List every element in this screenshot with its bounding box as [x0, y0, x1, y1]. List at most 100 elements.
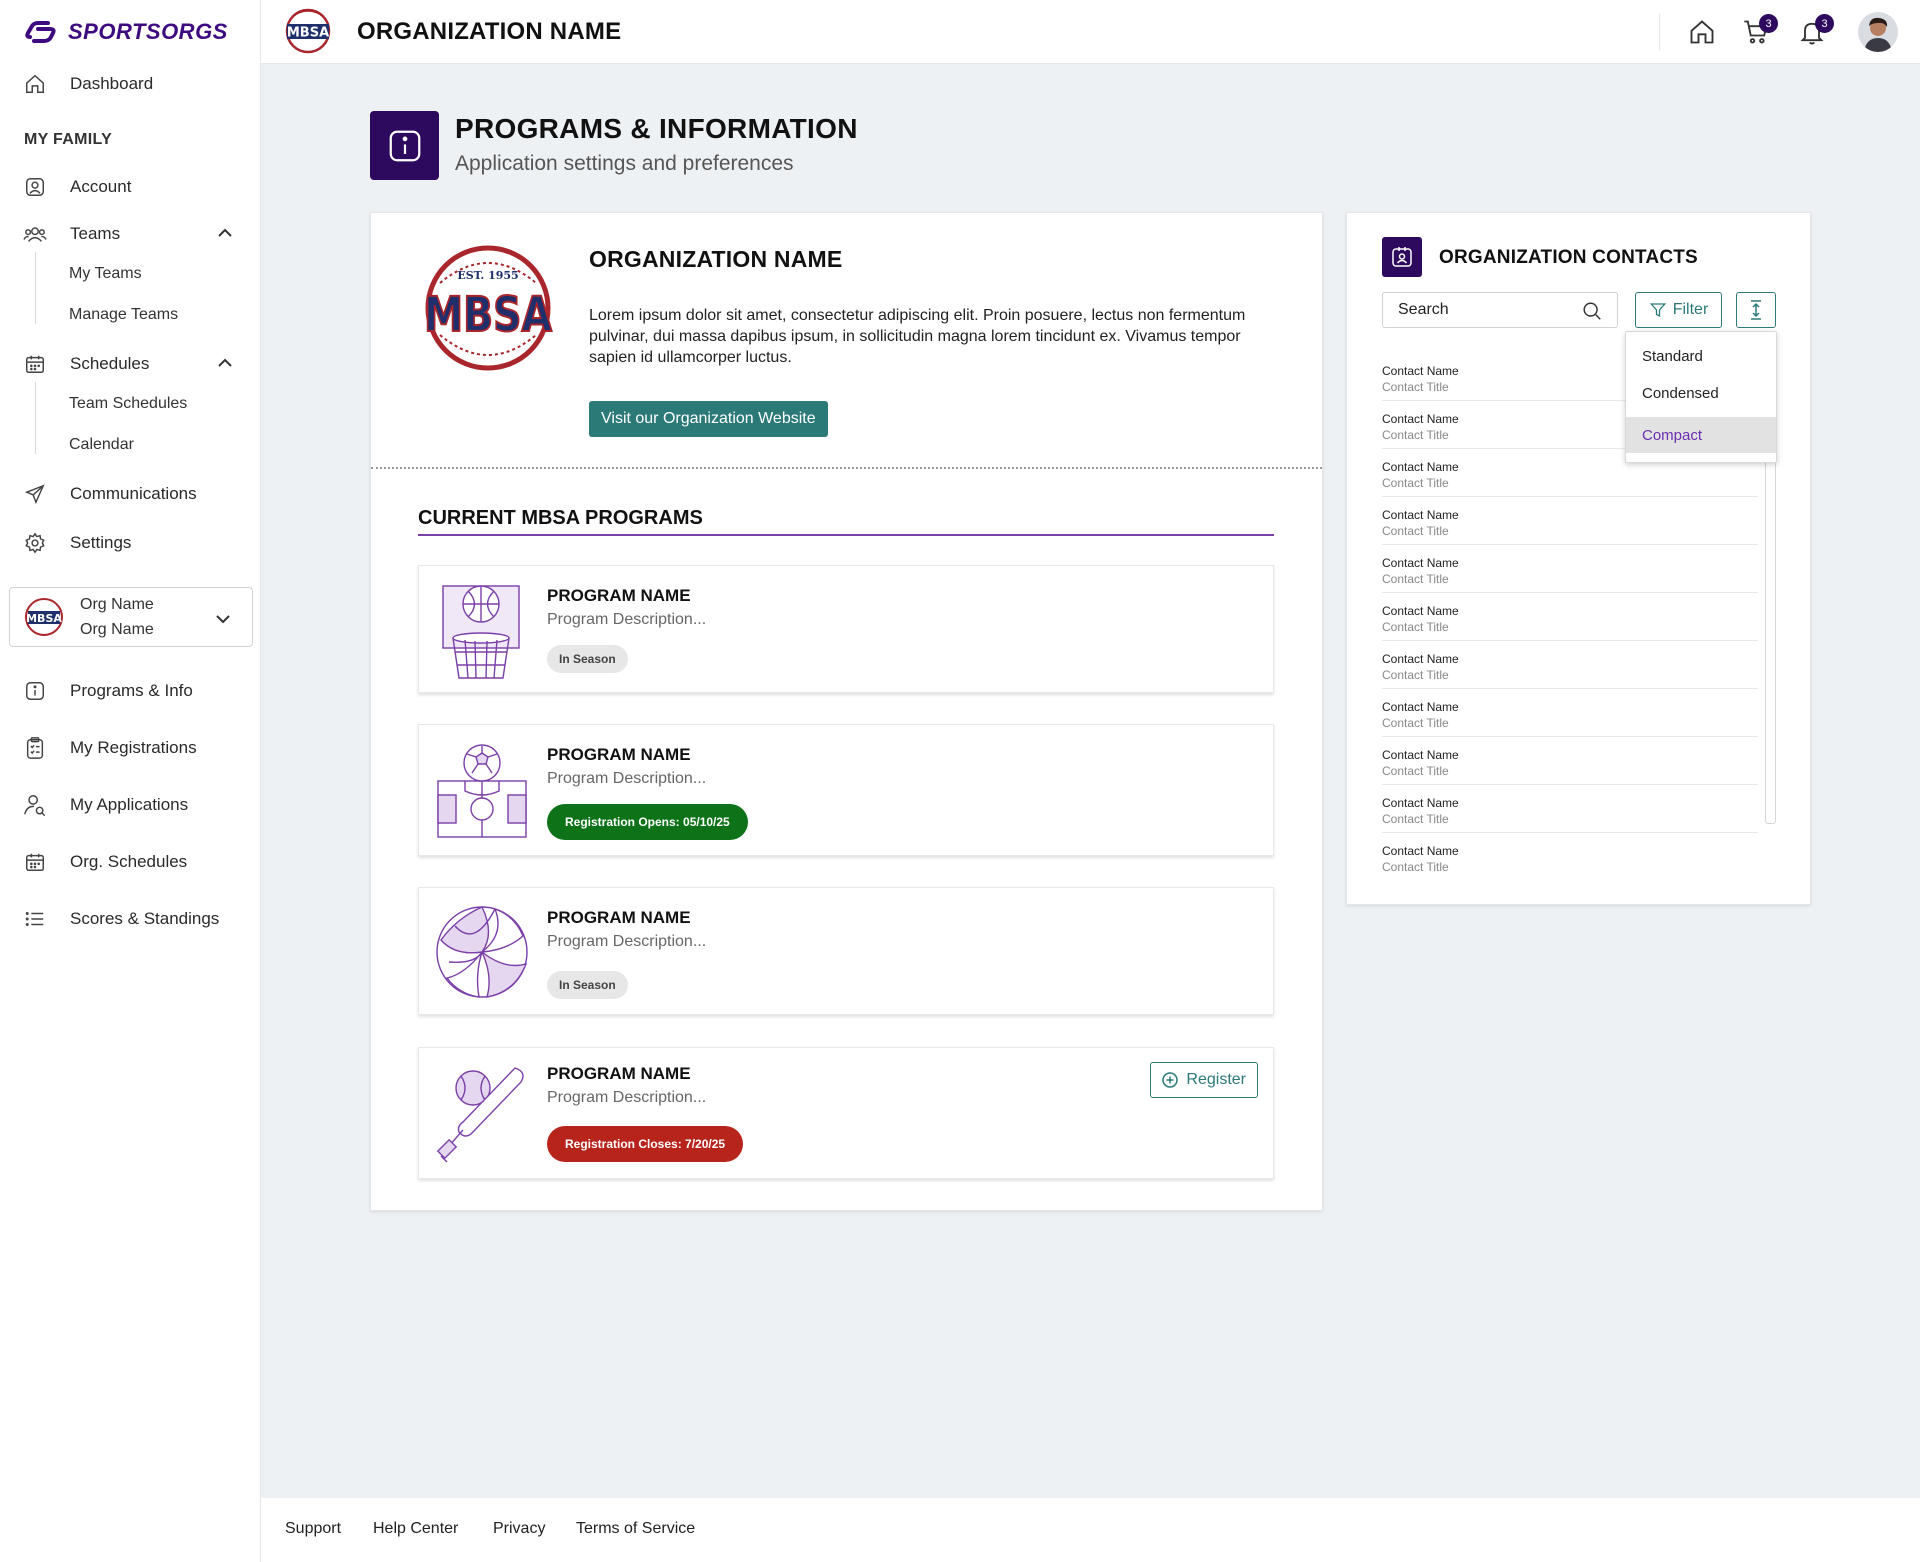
contact-title: Contact Title: [1382, 860, 1449, 874]
program-description: Program Description...: [547, 770, 707, 787]
page-info-icon: [370, 111, 439, 180]
send-icon: [22, 481, 48, 507]
plus-circle-icon: [1162, 1072, 1179, 1088]
contacts-title: ORGANIZATION CONTACTS: [1439, 247, 1698, 268]
contact-list-item[interactable]: Contact Name Contact Title: [1382, 785, 1758, 833]
sidebar-item-manage-teams[interactable]: Manage Teams: [69, 306, 178, 324]
contact-name: Contact Name: [1382, 460, 1459, 474]
density-toggle-button[interactable]: [1736, 292, 1776, 328]
registration-opens-badge: Registration Opens: 05/10/25: [547, 804, 748, 840]
sidebar-item-label: Account: [70, 177, 132, 196]
filter-button[interactable]: Filter: [1635, 292, 1722, 328]
my-family-section-label: MY FAMILY: [24, 131, 113, 148]
sidebar-item-calendar[interactable]: Calendar: [69, 436, 134, 454]
contacts-search-input[interactable]: Search: [1382, 292, 1618, 328]
sidebar-item-communications[interactable]: Communications: [22, 481, 197, 507]
contact-badge-icon: [1382, 237, 1422, 277]
notifications-button[interactable]: 3: [1798, 14, 1834, 46]
sidebar-item-team-schedules[interactable]: Team Schedules: [69, 395, 187, 413]
chevron-down-icon: [214, 610, 232, 628]
teams-icon: [22, 221, 48, 247]
notification-count-badge: 3: [1815, 14, 1834, 33]
density-option-condensed[interactable]: Condensed: [1626, 377, 1776, 409]
program-description: Program Description...: [547, 1089, 707, 1106]
soccer-field-icon: [435, 741, 529, 841]
org-select-dropdown[interactable]: MBSA Org Name Org Name: [9, 587, 253, 647]
svg-text:MBSA: MBSA: [424, 287, 552, 343]
register-button[interactable]: Register: [1150, 1062, 1258, 1098]
user-search-icon: [22, 792, 48, 818]
footer-link-terms[interactable]: Terms of Service: [576, 1520, 695, 1538]
contact-list-item[interactable]: Contact Name Contact Title: [1382, 833, 1758, 881]
contact-name: Contact Name: [1382, 844, 1459, 858]
sidebar-item-label: Dashboard: [70, 74, 154, 93]
sidebar-item-dashboard[interactable]: Dashboard: [22, 71, 153, 97]
contact-list-item[interactable]: Contact Name Contact Title: [1382, 641, 1758, 689]
program-card[interactable]: PROGRAM NAME Program Description... Regi…: [418, 1047, 1274, 1179]
user-avatar[interactable]: [1858, 12, 1898, 52]
status-badge: In Season: [547, 971, 628, 999]
sidebar-item-label: Scores & Standings: [70, 909, 220, 928]
clipboard-icon: [22, 735, 48, 761]
search-icon[interactable]: [1581, 300, 1603, 322]
gear-icon: [22, 530, 48, 556]
footer-link-support[interactable]: Support: [285, 1520, 341, 1538]
contact-name: Contact Name: [1382, 652, 1459, 666]
sidebar-item-label: Schedules: [70, 354, 150, 373]
sidebar-item-label: Programs & Info: [70, 681, 193, 700]
footer-link-help-center[interactable]: Help Center: [373, 1520, 458, 1538]
contact-list-item[interactable]: Contact Name Contact Title: [1382, 545, 1758, 593]
chevron-up-icon[interactable]: [216, 354, 234, 372]
section-divider: [371, 467, 1322, 469]
calendar-icon: [22, 351, 48, 377]
sidebar: SPORTSORGS Dashboard MY FAMILY Account T…: [0, 0, 261, 1562]
org-logo[interactable]: MBSA: [283, 8, 333, 54]
registration-closes-badge: Registration Closes: 7/20/25: [547, 1126, 744, 1162]
sidebar-item-schedules[interactable]: Schedules: [22, 351, 149, 377]
top-header: MBSA ORGANIZATION NAME 3 3: [261, 0, 1920, 64]
home-icon: [1690, 20, 1714, 44]
sidebar-item-label: My Registrations: [70, 738, 197, 757]
contact-title: Contact Title: [1382, 428, 1449, 442]
sidebar-item-org-schedules[interactable]: Org. Schedules: [22, 849, 187, 875]
sidebar-item-scores-standings[interactable]: Scores & Standings: [22, 906, 219, 932]
filter-label: Filter: [1672, 301, 1709, 318]
contact-list-item[interactable]: Contact Name Contact Title: [1382, 737, 1758, 785]
program-card[interactable]: PROGRAM NAME Program Description... In S…: [418, 887, 1274, 1015]
sidebar-item-teams[interactable]: Teams: [22, 221, 120, 247]
contact-list-item[interactable]: Contact Name Contact Title: [1382, 689, 1758, 737]
footer-link-privacy[interactable]: Privacy: [493, 1520, 545, 1538]
sidebar-item-programs-info[interactable]: Programs & Info: [22, 678, 193, 704]
volleyball-icon: [435, 904, 529, 1000]
cart-count-badge: 3: [1759, 14, 1778, 33]
cart-button[interactable]: 3: [1742, 14, 1778, 46]
density-option-compact[interactable]: Compact: [1626, 417, 1776, 453]
contact-name: Contact Name: [1382, 412, 1459, 426]
header-divider: [1659, 14, 1660, 50]
teams-submenu-line: [35, 252, 36, 324]
sidebar-item-label: Org. Schedules: [70, 852, 188, 871]
sidebar-item-settings[interactable]: Settings: [22, 530, 131, 556]
program-description: Program Description...: [547, 933, 707, 950]
sidebar-item-account[interactable]: Account: [22, 174, 131, 200]
visit-website-button[interactable]: Visit our Organization Website: [589, 401, 828, 437]
sportsorgs-logo[interactable]: SPORTSORGS: [24, 19, 228, 45]
contact-list-item[interactable]: Contact Name Contact Title: [1382, 497, 1758, 545]
density-option-standard[interactable]: Standard: [1626, 340, 1776, 372]
contact-name: Contact Name: [1382, 796, 1459, 810]
chevron-up-icon[interactable]: [216, 224, 234, 242]
organization-contacts-card: ORGANIZATION CONTACTS Search Filter Cont…: [1346, 212, 1811, 905]
contact-title: Contact Title: [1382, 572, 1449, 586]
contact-name: Contact Name: [1382, 508, 1459, 522]
home-button[interactable]: [1688, 18, 1716, 46]
org-large-logo: EST. 1955 MBSA: [418, 243, 558, 373]
program-card[interactable]: PROGRAM NAME Program Description... In S…: [418, 565, 1274, 693]
contact-name: Contact Name: [1382, 748, 1459, 762]
sidebar-item-my-registrations[interactable]: My Registrations: [22, 735, 197, 761]
contact-list-item[interactable]: Contact Name Contact Title: [1382, 593, 1758, 641]
sidebar-item-my-teams[interactable]: My Teams: [69, 265, 142, 283]
program-card[interactable]: PROGRAM NAME Program Description... Regi…: [418, 724, 1274, 856]
sidebar-item-my-applications[interactable]: My Applications: [22, 792, 188, 818]
calendar-icon: [22, 849, 48, 875]
sidebar-item-label: My Applications: [70, 795, 189, 814]
